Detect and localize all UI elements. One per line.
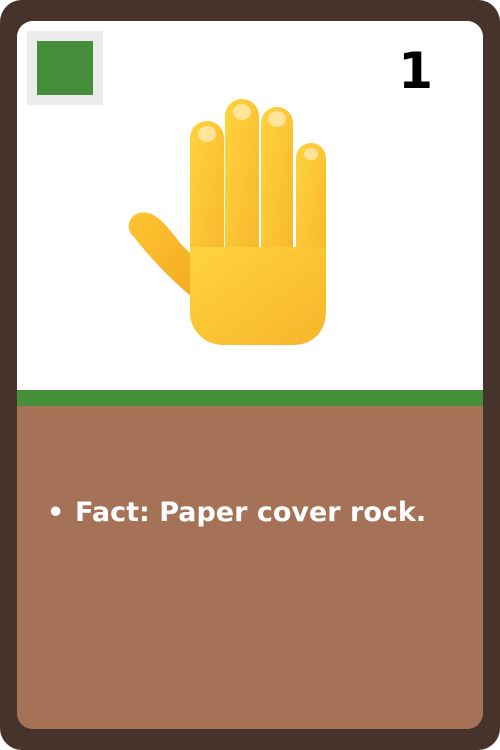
fact-text: Fact: Paper cover rock. — [75, 497, 427, 528]
card-face: 1 • Fact: Paper cover rock. — [17, 21, 483, 729]
fact-list: • Fact: Paper cover rock. — [47, 496, 427, 530]
card-text-area: • Fact: Paper cover rock. — [17, 406, 483, 729]
fact-item: • Fact: Paper cover rock. — [47, 496, 427, 530]
element-color-swatch — [37, 41, 93, 95]
element-indicator — [27, 31, 103, 105]
card-cost: 1 — [398, 42, 433, 100]
card-frame[interactable]: 1 • Fact: Paper cover rock. — [0, 0, 500, 750]
card-art-area: 1 — [17, 21, 483, 390]
card-divider — [17, 390, 483, 406]
bullet: • — [47, 497, 65, 528]
raised-hand-icon — [128, 99, 326, 345]
